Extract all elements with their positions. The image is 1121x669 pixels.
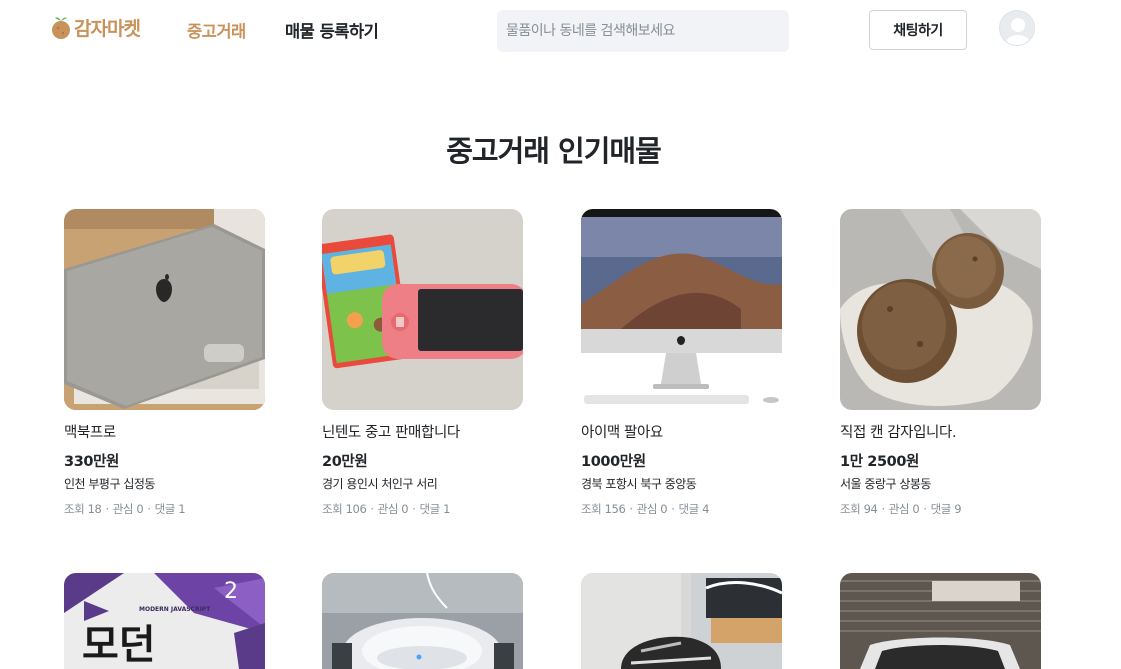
- header: 감자마켓 중고거래 매물 등록하기 채팅하기: [0, 0, 1121, 60]
- views-label: 조회: [64, 502, 85, 516]
- product-image-basket: [840, 573, 1041, 669]
- product-title: 맥북프로: [64, 425, 116, 441]
- product-counts: 조회 18 · 관심 0 · 댓글 1: [64, 502, 186, 516]
- views-count: 94: [863, 502, 878, 516]
- page-title: 중고거래 인기매물: [446, 134, 662, 168]
- product-card[interactable]: [581, 573, 782, 669]
- product-card[interactable]: 2 MODERN JAVASCRIPT 모던: [64, 573, 265, 669]
- avatar[interactable]: [999, 10, 1035, 46]
- product-title: 아이맥 팔아요: [581, 425, 663, 441]
- likes-label: 관심: [636, 502, 658, 516]
- product-region: 서울 중랑구 상봉동: [840, 477, 931, 491]
- comments-count: 4: [702, 502, 710, 516]
- product-price: 20만원: [322, 454, 368, 470]
- product-price: 1만 2500원: [840, 454, 919, 470]
- product-image-book: 2 MODERN JAVASCRIPT 모던: [64, 573, 265, 669]
- book-number: 2: [224, 579, 238, 604]
- potato-logo-icon: [51, 14, 71, 40]
- views-label: 조회: [581, 502, 602, 516]
- views-label: 조회: [322, 502, 343, 516]
- product-region: 경기 용인시 처인구 서리: [322, 477, 438, 491]
- product-image-imac: [581, 209, 782, 410]
- comments-label: 댓글: [154, 502, 176, 516]
- product-counts: 조회 106 · 관심 0 · 댓글 1: [322, 502, 451, 516]
- logo-text: 감자마켓: [74, 17, 141, 40]
- views-label: 조회: [840, 502, 861, 516]
- likes-count: 0: [401, 502, 409, 516]
- comments-count: 9: [954, 502, 962, 516]
- views-count: 156: [604, 502, 626, 516]
- product-card[interactable]: [840, 573, 1041, 669]
- product-image-router: [322, 573, 523, 669]
- nav-register-item[interactable]: 매물 등록하기: [285, 18, 379, 42]
- likes-count: 0: [912, 502, 920, 516]
- book-heading: MODERN JAVASCRIPT: [139, 606, 211, 613]
- views-count: 106: [345, 502, 367, 516]
- product-image-sneakers: [581, 573, 782, 669]
- user-icon: [1005, 18, 1031, 45]
- likes-label: 관심: [112, 502, 134, 516]
- product-region: 인천 부평구 십정동: [64, 477, 155, 491]
- likes-label: 관심: [377, 502, 399, 516]
- product-counts: 조회 156 · 관심 0 · 댓글 4: [581, 502, 710, 516]
- comments-label: 댓글: [678, 502, 699, 516]
- likes-count: 0: [660, 502, 668, 516]
- nav-used-trade[interactable]: 중고거래: [187, 18, 246, 42]
- product-card[interactable]: 아이맥 팔아요 1000만원 경북 포항시 북구 중앙동 조회 156 · 관심 0…: [581, 209, 782, 517]
- product-image-potato: [840, 209, 1041, 410]
- product-price: 330만원: [64, 454, 119, 470]
- search-input[interactable]: [497, 10, 789, 52]
- product-title: 직접 캔 감자입니다.: [840, 425, 957, 441]
- product-counts: 조회 94 · 관심 0 · 댓글 9: [840, 502, 962, 516]
- product-price: 1000만원: [581, 454, 646, 470]
- product-card[interactable]: 직접 캔 감자입니다. 1만 2500원 서울 중랑구 상봉동 조회 94 · 관심…: [840, 209, 1041, 517]
- product-image-nintendo: [322, 209, 523, 410]
- product-card[interactable]: [322, 573, 523, 669]
- chat-button[interactable]: 채팅하기: [869, 10, 967, 50]
- product-card[interactable]: 닌텐도 중고 판매합니다 20만원 경기 용인시 처인구 서리 조회 106 · 관…: [322, 209, 523, 517]
- comments-count: 1: [443, 502, 451, 516]
- logo[interactable]: 감자마켓: [51, 12, 141, 42]
- likes-label: 관심: [888, 502, 910, 516]
- product-region: 경북 포항시 북구 중앙동: [581, 477, 697, 491]
- likes-count: 0: [136, 502, 144, 516]
- comments-count: 1: [178, 502, 186, 516]
- product-image-macbook: [64, 209, 265, 410]
- book-title-text: 모던: [82, 622, 156, 668]
- views-count: 18: [87, 502, 102, 516]
- product-card[interactable]: 맥북프로 330만원 인천 부평구 십정동 조회 18 · 관심 0 · 댓글 1: [64, 209, 265, 517]
- comments-label: 댓글: [419, 502, 440, 516]
- product-title: 닌텐도 중고 판매합니다: [322, 425, 460, 441]
- comments-label: 댓글: [930, 502, 952, 516]
